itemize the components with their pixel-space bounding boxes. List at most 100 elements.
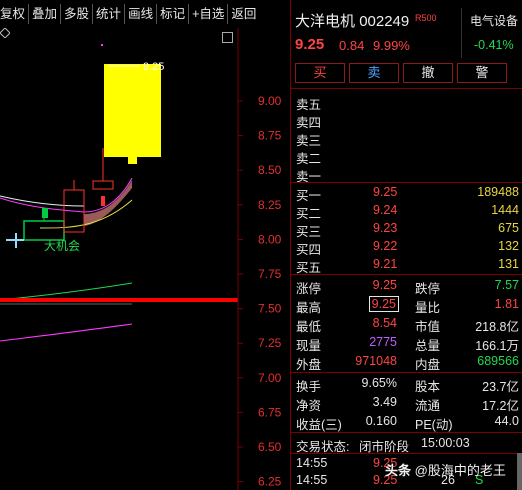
stat-row: 外盘 971048 内盘 689566	[291, 352, 522, 372]
price-axis-label: 7.75	[258, 267, 282, 281]
kline-chart[interactable]: 9.00 8.75 8.50 8.25 8.00 7.75 7.50 7.25 7.00 6.75…	[0, 28, 290, 490]
high-marker-label: 9.25	[143, 61, 164, 73]
industry-change: -0.41%	[474, 38, 514, 52]
ask-row: 卖四	[291, 110, 522, 130]
price-axis-label: 6.50	[258, 440, 282, 454]
stat-row: 收益(三) 0.160 PE(动) 44.0	[291, 412, 522, 432]
candle-green-mark	[42, 208, 48, 218]
turnover-value: 9.65%	[361, 376, 397, 390]
bid-row[interactable]: 买一 9.25 189488	[291, 183, 522, 203]
tick-time: 14:55	[296, 473, 328, 487]
price-axis-label: 9.00	[258, 94, 282, 108]
last-price: 9.25	[295, 36, 325, 53]
bid-volume: 675	[498, 221, 519, 235]
bid-row[interactable]: 买二 9.24 1444	[291, 201, 522, 221]
inner-label: 内盘	[415, 358, 441, 372]
tick-scrollbar[interactable]	[517, 453, 522, 490]
chart-toolbar: 复权 叠加 多股 统计 画线 标记 +自选 返回	[0, 0, 290, 28]
divider	[291, 453, 522, 454]
eps-value: 0.160	[365, 414, 397, 428]
pe-label: PE(动)	[415, 418, 453, 432]
toolbar-button-draw-line[interactable]: 画线	[125, 4, 158, 24]
status-time: 15:00:03	[421, 436, 470, 450]
sell-button[interactable]: 卖	[349, 63, 399, 83]
watermark-author: @股海中的老王	[414, 463, 506, 478]
bid-volume: 131	[498, 257, 519, 271]
ma-line-120	[0, 323, 133, 342]
cur-vol-value: 2775	[369, 335, 397, 349]
price-axis-label: 8.75	[258, 129, 282, 143]
industry-name: 电气设备	[470, 14, 519, 28]
stat-row: 涨停 9.25 跌停 7.57	[291, 276, 522, 296]
ask-row: 卖五	[291, 92, 522, 112]
bid-price: 9.23	[373, 221, 398, 235]
low-value: 8.54	[372, 316, 397, 330]
window-toggle-icon[interactable]	[222, 32, 233, 43]
price-axis-label: 6.75	[258, 405, 282, 419]
toolbar-button-mark[interactable]: 标记	[157, 4, 190, 24]
divider	[291, 372, 522, 373]
quote-panel: 大洋电机 002249 R500 电气设备 -0.41% 9.25 0.84 9…	[290, 0, 522, 490]
bid-price: 9.24	[373, 203, 398, 217]
stock-title: 大洋电机 002249	[295, 10, 409, 31]
toolbar-button-multi-stock[interactable]: 多股	[61, 4, 94, 24]
price-change-pct: 9.99%	[373, 38, 410, 53]
eps-label: 收益(三)	[296, 418, 342, 432]
price-axis-label: 8.25	[258, 198, 282, 212]
bid-volume: 1444	[491, 203, 519, 217]
price-axis-label: 8.50	[258, 163, 282, 177]
toolbar-button-restore-rights[interactable]: 复权	[0, 4, 30, 24]
stat-row: 最高 9.25 量比 1.81	[291, 295, 522, 315]
stock-code: 002249	[359, 13, 410, 30]
pe-value: 44.0	[494, 414, 519, 428]
support-line	[0, 298, 238, 302]
tick-time: 14:55	[296, 456, 328, 470]
toolbar-button-statistics[interactable]: 统计	[93, 4, 126, 24]
stock-tag: R500	[415, 13, 437, 23]
price-axis-label: 7.25	[258, 336, 282, 350]
inner-value: 689566	[477, 354, 519, 368]
stat-row: 换手 9.65% 股本 23.7亿	[291, 374, 522, 394]
buy-button[interactable]: 买	[295, 63, 345, 83]
toolbar-button-back[interactable]: 返回	[228, 4, 259, 24]
bid-row[interactable]: 买四 9.22 132	[291, 237, 522, 257]
price-change: 0.84	[339, 38, 365, 53]
outer-value: 971048	[355, 354, 397, 368]
limit-down-value: 7.57	[494, 278, 519, 292]
ma-line-10	[0, 195, 85, 207]
price-axis-label: 7.00	[258, 371, 282, 385]
high-value: 9.25	[368, 296, 399, 312]
bid-price: 9.25	[373, 185, 398, 199]
watermark-brand: 头条	[385, 463, 412, 478]
ma-band	[84, 180, 132, 226]
ma-line-60	[0, 282, 133, 301]
bid-row[interactable]: 买三 9.23 675	[291, 219, 522, 239]
outer-label: 外盘	[296, 358, 322, 372]
bid-volume: 132	[498, 239, 519, 253]
price-axis: 9.00 8.75 8.50 8.25 8.00 7.75 7.50 7.25 7.00 6.75…	[238, 94, 282, 489]
ask-row: 卖二	[291, 146, 522, 166]
stat-row: 净资 3.49 流通 17.2亿	[291, 393, 522, 413]
divider	[291, 432, 522, 433]
price-axis-label: 6.25	[258, 475, 282, 489]
candle-bear-small	[23, 220, 65, 241]
diamond-icon[interactable]	[0, 28, 10, 38]
alert-button[interactable]: 警	[457, 63, 507, 83]
vol-ratio-value: 1.81	[494, 297, 519, 311]
trading-status: 交易状态: 闭市阶段 15:00:03	[291, 434, 522, 454]
ask-row: 卖三	[291, 128, 522, 148]
price-axis-label: 7.50	[258, 302, 282, 316]
bid-price: 9.22	[373, 239, 398, 253]
toolbar-button-overlay[interactable]: 叠加	[29, 4, 62, 24]
kline-canvas: 9.00 8.75 8.50 8.25 8.00 7.75 7.50 7.25 7.00 6.75…	[0, 28, 282, 490]
candle-limit-up	[104, 64, 161, 157]
bid-row[interactable]: 买五 9.21 131	[291, 255, 522, 275]
cancel-order-button[interactable]: 撤	[403, 63, 453, 83]
toolbar-button-add-watchlist[interactable]: +自选	[189, 4, 229, 24]
nav-value: 3.49	[372, 395, 397, 409]
bid-price: 9.21	[373, 257, 398, 271]
bid-volume: 189488	[477, 185, 519, 199]
divider	[291, 274, 522, 275]
industry-box[interactable]: 电气设备 -0.41%	[461, 8, 522, 58]
stat-row: 最低 8.54 市值 218.8亿	[291, 314, 522, 334]
